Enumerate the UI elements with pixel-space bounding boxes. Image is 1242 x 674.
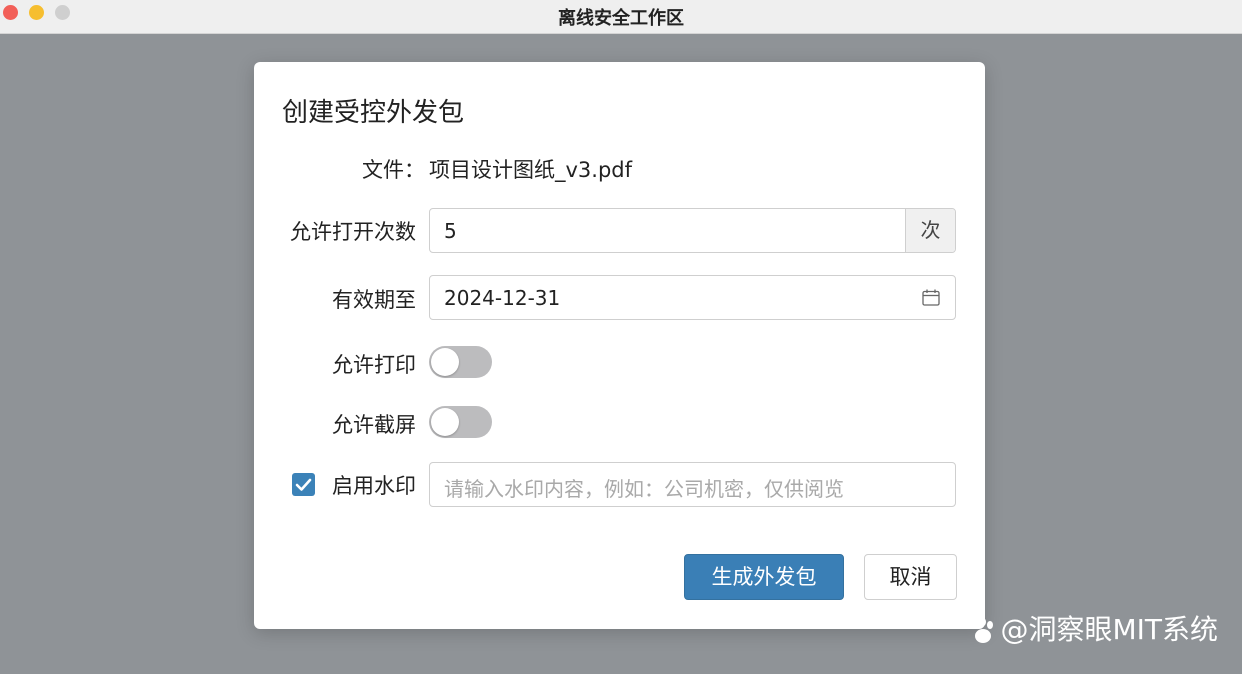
dialog-title: 创建受控外发包 bbox=[282, 98, 465, 128]
app-window: 离线安全工作区 创建受控外发包 文件： 项目设计图纸_v3.pdf 允许打开次数 … bbox=[0, 0, 1242, 674]
open-count-input[interactable]: 5 次 bbox=[429, 208, 956, 253]
checkmark-icon bbox=[295, 478, 312, 491]
create-package-dialog: 创建受控外发包 文件： 项目设计图纸_v3.pdf 允许打开次数 5 次 有效期至… bbox=[254, 62, 985, 629]
toggle-knob bbox=[431, 408, 459, 436]
file-name: 项目设计图纸_v3.pdf bbox=[429, 158, 633, 182]
allow-print-toggle[interactable] bbox=[429, 346, 492, 378]
calendar-icon[interactable] bbox=[922, 289, 940, 306]
expiry-date-input[interactable]: 2024-12-31 bbox=[429, 275, 956, 320]
allow-screenshot-label: 允许截屏 bbox=[332, 413, 416, 437]
window-title: 离线安全工作区 bbox=[558, 8, 684, 29]
cancel-button[interactable]: 取消 bbox=[864, 554, 957, 600]
title-bar: 离线安全工作区 bbox=[0, 0, 1242, 34]
generate-package-button[interactable]: 生成外发包 bbox=[684, 554, 844, 600]
paw-icon bbox=[973, 618, 994, 643]
open-count-value: 5 bbox=[444, 219, 457, 243]
allow-screenshot-toggle[interactable] bbox=[429, 406, 492, 438]
watermark-placeholder: 请输入水印内容，例如：公司机密，仅供阅览 bbox=[444, 477, 844, 501]
allow-print-label: 允许打印 bbox=[332, 353, 416, 377]
watermark-text-input[interactable]: 请输入水印内容，例如：公司机密，仅供阅览 bbox=[429, 462, 956, 507]
enable-watermark-label: 启用水印 bbox=[332, 474, 416, 498]
file-label: 文件： bbox=[362, 158, 425, 182]
source-watermark-text: @洞察眼MIT系统 bbox=[1000, 613, 1218, 646]
expiry-date-value: 2024-12-31 bbox=[444, 286, 561, 310]
toggle-knob bbox=[431, 348, 459, 376]
open-count-unit: 次 bbox=[905, 209, 955, 252]
source-watermark: @洞察眼MIT系统 bbox=[968, 608, 1218, 648]
enable-watermark-checkbox[interactable] bbox=[292, 473, 315, 496]
expiry-label: 有效期至 bbox=[332, 288, 416, 312]
open-count-label: 允许打开次数 bbox=[290, 220, 416, 244]
file-row: 文件： 项目设计图纸_v3.pdf bbox=[362, 154, 632, 184]
